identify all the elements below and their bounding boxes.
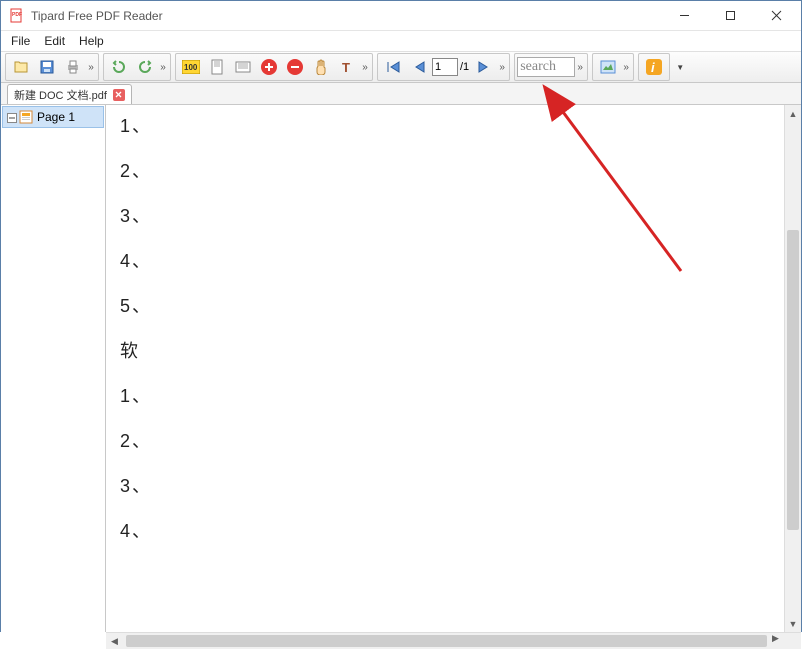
tabbar: 新建 DOC 文档.pdf	[1, 83, 801, 105]
toolbar-group-rotate: »	[103, 53, 171, 81]
rotate-left-button[interactable]	[107, 55, 131, 79]
menu-file[interactable]: File	[5, 33, 36, 49]
print-button[interactable]	[61, 55, 85, 79]
menu-edit[interactable]: Edit	[38, 33, 71, 49]
prev-page-button[interactable]	[407, 55, 431, 79]
sidebar-page-thumbnail[interactable]: Page 1	[2, 106, 104, 128]
scroll-left-icon[interactable]: ◀	[106, 633, 123, 649]
page-icon	[19, 110, 33, 124]
doc-text-line: 3、	[120, 207, 776, 225]
doc-text-line: 5、	[120, 297, 776, 315]
text-select-button[interactable]: T	[335, 55, 359, 79]
expander-icon[interactable]: »	[621, 62, 631, 73]
svg-text:PDF: PDF	[12, 12, 22, 18]
toolbar-group-file: »	[5, 53, 99, 81]
document-tab[interactable]: 新建 DOC 文档.pdf	[7, 84, 132, 104]
doc-text-line: 1、	[120, 117, 776, 135]
svg-text:100: 100	[184, 63, 198, 72]
content-area: Page 1 1、 2、 3、 4、 5、软 1、 2、 3、 4、 ▲ ▼	[1, 105, 801, 632]
close-window-button[interactable]	[753, 2, 799, 30]
zoom-in-button[interactable]	[257, 55, 281, 79]
open-button[interactable]	[9, 55, 33, 79]
zoom-out-button[interactable]	[283, 55, 307, 79]
document-viewer: 1、 2、 3、 4、 5、软 1、 2、 3、 4、 ▲ ▼	[106, 105, 801, 632]
first-page-button[interactable]	[381, 55, 405, 79]
toolbar-group-zoom: 100 T »	[175, 53, 373, 81]
zoom-100-button[interactable]: 100	[179, 55, 203, 79]
vertical-scrollbar[interactable]: ▲ ▼	[784, 105, 801, 632]
toolbar-group-snapshot: »	[592, 53, 634, 81]
toolbar-group-nav: /1 »	[377, 53, 510, 81]
scroll-up-icon[interactable]: ▲	[785, 105, 801, 122]
app-icon: PDF	[9, 8, 25, 24]
next-page-button[interactable]	[472, 55, 496, 79]
scroll-right-icon[interactable]: ▶	[767, 633, 784, 644]
expander-icon[interactable]: »	[86, 62, 96, 73]
expander-icon[interactable]: »	[497, 62, 507, 73]
hand-tool-button[interactable]	[309, 55, 333, 79]
toolbar-group-info: i	[638, 53, 670, 81]
sidebar: Page 1	[1, 105, 106, 632]
scroll-thumb[interactable]	[126, 635, 767, 647]
doc-text-line: 2、	[120, 432, 776, 450]
document-page[interactable]: 1、 2、 3、 4、 5、软 1、 2、 3、 4、	[106, 105, 784, 632]
page-total-label: /1	[458, 61, 471, 73]
toolbar: » » 100 T » /1 » » » i ▼	[1, 51, 801, 83]
tab-close-button[interactable]	[113, 89, 125, 101]
doc-text-line: 3、	[120, 477, 776, 495]
fit-page-button[interactable]	[205, 55, 229, 79]
scroll-down-icon[interactable]: ▼	[785, 615, 801, 632]
doc-text-line: 4、	[120, 252, 776, 270]
doc-text-line: 软	[120, 342, 776, 360]
search-input[interactable]	[517, 57, 575, 77]
fit-width-button[interactable]	[231, 55, 255, 79]
snapshot-button[interactable]	[596, 55, 620, 79]
rotate-right-button[interactable]	[133, 55, 157, 79]
scroll-thumb[interactable]	[787, 230, 799, 530]
menubar: File Edit Help	[1, 31, 801, 51]
menu-help[interactable]: Help	[73, 33, 110, 49]
page-number-input[interactable]	[432, 58, 458, 76]
sidebar-page-label: Page 1	[37, 110, 75, 124]
minimize-button[interactable]	[661, 2, 707, 30]
scroll-corner	[784, 633, 801, 649]
tab-label: 新建 DOC 文档.pdf	[14, 87, 107, 103]
doc-text-line: 2、	[120, 162, 776, 180]
doc-text-line: 1、	[120, 387, 776, 405]
svg-text:T: T	[342, 60, 350, 74]
info-button[interactable]: i	[642, 55, 666, 79]
expander-icon[interactable]: »	[575, 62, 585, 73]
horizontal-scrollbar[interactable]: ◀ ▶	[106, 632, 801, 649]
svg-text:i: i	[651, 60, 655, 75]
doc-text-line: 4、	[120, 522, 776, 540]
toolbar-group-search: »	[514, 53, 588, 81]
toolbar-dropdown-icon[interactable]: ▼	[676, 63, 684, 72]
maximize-button[interactable]	[707, 2, 753, 30]
expander-icon[interactable]: »	[360, 62, 370, 73]
titlebar: PDF Tipard Free PDF Reader	[1, 1, 801, 31]
expander-icon[interactable]: »	[158, 62, 168, 73]
tree-collapse-icon[interactable]	[7, 112, 17, 122]
window-title: Tipard Free PDF Reader	[31, 9, 661, 23]
save-button[interactable]	[35, 55, 59, 79]
